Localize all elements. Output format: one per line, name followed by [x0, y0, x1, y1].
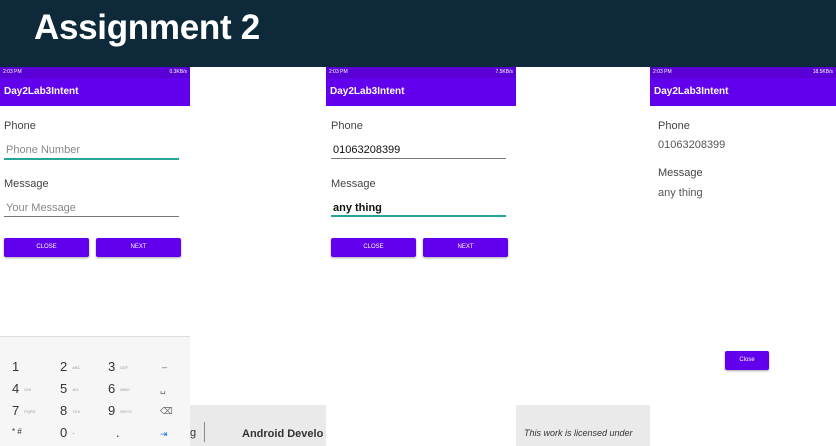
- slide-title: Assignment 2: [34, 8, 260, 47]
- status-icons: 7.5KB/s: [495, 69, 513, 75]
- next-button[interactable]: NEXT: [423, 238, 508, 257]
- close-button[interactable]: CLOSE: [4, 238, 89, 257]
- phone-input[interactable]: 01063208399: [333, 144, 400, 156]
- space-key-icon[interactable]: ␣: [160, 384, 166, 395]
- phone-screenshot-filled-form: 2:03 PM 7.5KB/s Day2Lab3Intent Phone 010…: [326, 67, 516, 446]
- footer-android-developers-link[interactable]: Android Develo: [242, 428, 326, 440]
- key-3[interactable]: 3 DEF: [108, 359, 128, 374]
- app-bar-title: Day2Lab3Intent: [0, 78, 190, 106]
- title-bar: Assignment 2: [0, 0, 836, 67]
- key-star-hash[interactable]: * #: [12, 427, 22, 436]
- message-value: any thing: [658, 187, 703, 199]
- key-9[interactable]: 9 WXYZ: [108, 403, 132, 418]
- status-bar: 2:03 PM 7.5KB/s: [326, 67, 516, 78]
- backspace-icon[interactable]: ⌫: [160, 406, 173, 417]
- footer-fragment: g: [190, 427, 197, 439]
- app-bar-title: Day2Lab3Intent: [326, 78, 516, 106]
- status-bar: 2:03 PM 18.5KB/s: [650, 67, 836, 78]
- key-4[interactable]: 4 GHI: [12, 381, 31, 396]
- message-label: Message: [331, 178, 376, 190]
- phone-label: Phone: [331, 120, 363, 132]
- footer-separator: [204, 422, 205, 442]
- next-button[interactable]: NEXT: [96, 238, 181, 257]
- key-7[interactable]: 7 PQRS: [12, 403, 36, 418]
- slide: Assignment 2 g Android Develo This work …: [0, 0, 836, 446]
- status-icons: 0.3KB/s: [169, 69, 187, 75]
- close-button[interactable]: Close: [725, 351, 769, 370]
- background-footer-right: This work is licensed under: [516, 405, 650, 446]
- phone-label: Phone: [4, 120, 36, 132]
- message-input-underline: [331, 215, 506, 217]
- key-dot[interactable]: .: [116, 425, 120, 440]
- status-time: 2:03 PM: [3, 69, 22, 75]
- close-button[interactable]: CLOSE: [331, 238, 416, 257]
- key-2[interactable]: 2 ABC: [60, 359, 80, 374]
- phone-screenshot-empty-form: 2:03 PM 0.3KB/s Day2Lab3Intent Phone Pho…: [0, 67, 190, 446]
- message-input-underline: [4, 216, 179, 217]
- message-label: Message: [4, 178, 49, 190]
- phone-value: 01063208399: [658, 139, 726, 151]
- app-bar-title: Day2Lab3Intent: [650, 78, 836, 106]
- numeric-keypad: 1 2 ABC 3 DEF – 4 GHI 5 JKL 6 MNO ␣ 7 PQRS 8 TU…: [0, 336, 190, 446]
- next-field-icon[interactable]: ⇥: [160, 429, 168, 440]
- message-input[interactable]: Your Message: [6, 202, 76, 214]
- footer-license-text: This work is licensed under: [524, 428, 633, 438]
- key-5[interactable]: 5 JKL: [60, 381, 79, 396]
- background-footer-left: g Android Develo: [190, 405, 326, 446]
- status-bar: 2:03 PM 0.3KB/s: [0, 67, 190, 78]
- key-0[interactable]: 0 +: [60, 425, 75, 440]
- message-label: Message: [658, 167, 703, 179]
- status-time: 2:03 PM: [653, 69, 672, 75]
- status-icons: 18.5KB/s: [812, 69, 833, 75]
- phone-input-underline: [331, 158, 506, 159]
- status-time: 2:03 PM: [329, 69, 348, 75]
- key-6[interactable]: 6 MNO: [108, 381, 130, 396]
- message-input[interactable]: any thing: [333, 202, 382, 214]
- key-1[interactable]: 1: [12, 359, 19, 374]
- dash-key[interactable]: –: [162, 362, 167, 372]
- key-8[interactable]: 8 TUV: [60, 403, 80, 418]
- phone-input-underline: [4, 158, 179, 160]
- phone-label: Phone: [658, 120, 690, 132]
- phone-screenshot-result: 2:03 PM 18.5KB/s Day2Lab3Intent Phone 01…: [650, 67, 836, 446]
- phone-input[interactable]: Phone Number: [6, 144, 80, 156]
